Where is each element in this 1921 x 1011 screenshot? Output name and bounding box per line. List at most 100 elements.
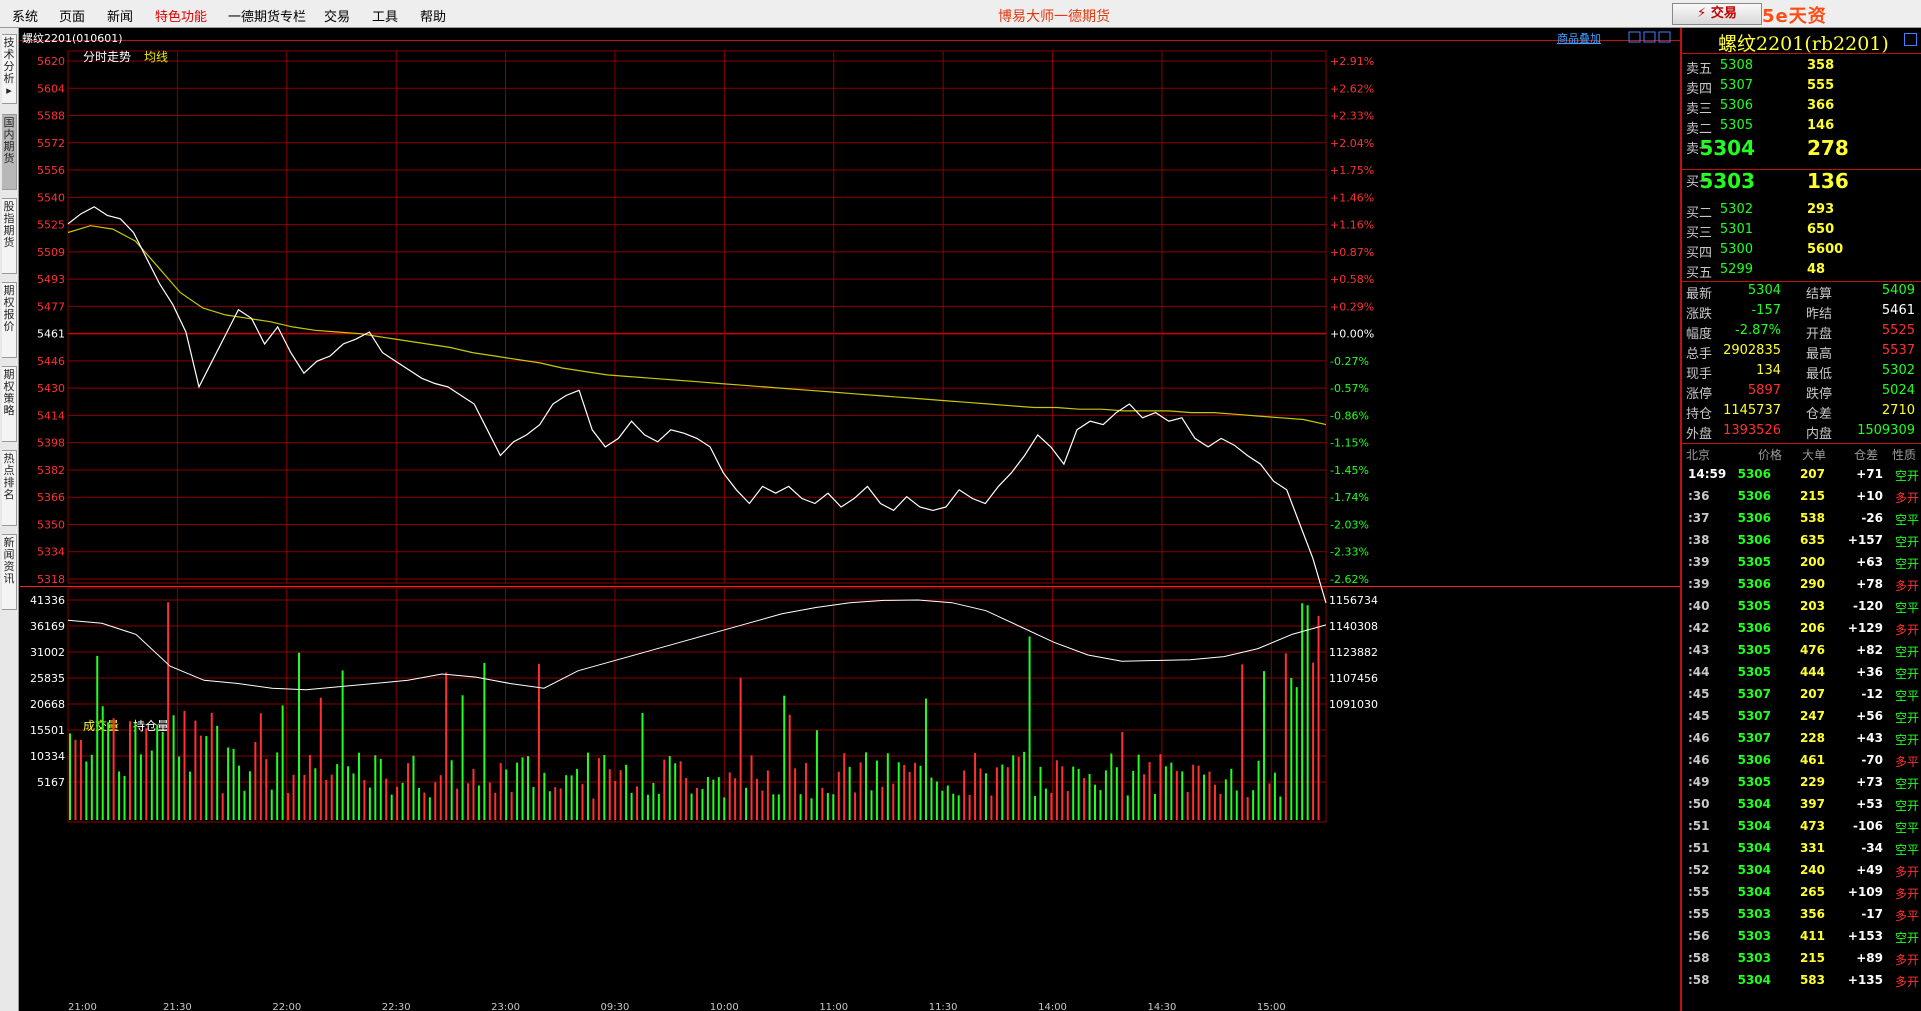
tick-oi-diff: +10 bbox=[1856, 489, 1883, 503]
tick-row[interactable]: :38 5306 635 +157 空开 bbox=[1682, 530, 1921, 552]
tick-nature: 空开 bbox=[1894, 799, 1919, 813]
time-tick-label: 21:30 bbox=[163, 1002, 192, 1011]
menu-tools[interactable]: 工具 bbox=[372, 6, 398, 25]
tick-nature: 空平 bbox=[1894, 513, 1919, 527]
tick-row[interactable]: :43 5305 476 +82 空开 bbox=[1682, 640, 1921, 662]
tick-row[interactable]: :36 5306 215 +10 多开 bbox=[1682, 486, 1921, 508]
percent-tick-label: +0.00% bbox=[1330, 328, 1374, 341]
intraday-chart[interactable]: 螺纹2201(010601) 分时走势 均线 商品叠加 成交量 持仓量 5620… bbox=[20, 28, 1680, 1011]
tick-price: 5304 bbox=[1737, 973, 1771, 987]
tick-volume: 583 bbox=[1799, 973, 1825, 987]
price-tick-label: 5334 bbox=[37, 546, 65, 559]
percent-tick-label: -0.86% bbox=[1330, 409, 1369, 422]
tick-volume: 215 bbox=[1799, 489, 1825, 503]
stat-value: 5537 bbox=[1881, 343, 1915, 358]
menu-system[interactable]: 系统 bbox=[12, 6, 38, 25]
tick-row[interactable]: :56 5303 411 +153 空开 bbox=[1682, 926, 1921, 948]
tick-row[interactable]: :51 5304 473 -106 空平 bbox=[1682, 816, 1921, 838]
tick-row[interactable]: :39 5305 200 +63 空开 bbox=[1682, 552, 1921, 574]
bid-level[interactable]: 买三 5301 650 bbox=[1682, 220, 1921, 241]
price-tick-label: 5620 bbox=[37, 55, 65, 68]
stat-value: 134 bbox=[1756, 363, 1781, 378]
tick-time: :51 bbox=[1688, 841, 1710, 855]
time-tick-label: 11:30 bbox=[929, 1002, 958, 1011]
bid-level[interactable]: 买四 5300 5600 bbox=[1682, 240, 1921, 261]
oi-axis-right: 1156734 1140308 1123882 1107456 1091030 bbox=[1329, 594, 1378, 711]
tick-price: 5304 bbox=[1737, 885, 1771, 899]
tab-options-strategy[interactable]: 期权策略 bbox=[2, 366, 17, 442]
ask-level[interactable]: 卖三 5306 366 bbox=[1682, 96, 1921, 117]
tick-oi-diff: +56 bbox=[1856, 709, 1883, 723]
tick-row[interactable]: :39 5306 290 +78 多开 bbox=[1682, 574, 1921, 596]
tick-volume: 411 bbox=[1799, 929, 1825, 943]
time-tick-label: 22:30 bbox=[382, 1002, 411, 1011]
tick-row[interactable]: :46 5306 461 -70 多平 bbox=[1682, 750, 1921, 772]
tick-row[interactable]: :46 5307 228 +43 空开 bbox=[1682, 728, 1921, 750]
tick-row[interactable]: :58 5304 583 +135 多开 bbox=[1682, 970, 1921, 992]
menu-help[interactable]: 帮助 bbox=[420, 6, 446, 25]
bid-level[interactable]: 买一 5303 136 bbox=[1682, 169, 1921, 193]
tick-volume: 444 bbox=[1799, 665, 1825, 679]
tab-news-info[interactable]: 新闻资讯 bbox=[2, 534, 17, 610]
bid-level[interactable]: 买五 5299 48 bbox=[1682, 260, 1921, 281]
tick-row[interactable]: :37 5306 538 -26 空平 bbox=[1682, 508, 1921, 530]
volume-tick-label: 36169 bbox=[30, 620, 65, 633]
price-axis-left: 5620 5604 5588 5572 5556 5540 5525 5509 5493 5477… bbox=[37, 55, 65, 586]
tick-price: 5306 bbox=[1737, 533, 1771, 547]
tick-row[interactable]: :45 5307 247 +56 空开 bbox=[1682, 706, 1921, 728]
stat-label: 持仓 bbox=[1686, 407, 1713, 422]
ask-level[interactable]: 卖二 5305 146 bbox=[1682, 116, 1921, 137]
tick-row[interactable]: :44 5305 444 +36 空开 bbox=[1682, 662, 1921, 684]
stat-label: 开盘 bbox=[1806, 327, 1833, 342]
ask-level[interactable]: 卖一 5304 278 bbox=[1682, 136, 1921, 160]
legend-open-interest: 持仓量 bbox=[133, 718, 169, 733]
tick-row[interactable]: :42 5306 206 +129 多开 bbox=[1682, 618, 1921, 640]
tick-oi-diff: -106 bbox=[1852, 819, 1883, 833]
tab-options-quote[interactable]: 期权报价 bbox=[2, 282, 17, 358]
tick-time: :55 bbox=[1688, 907, 1710, 921]
tick-row[interactable]: :50 5304 397 +53 空开 bbox=[1682, 794, 1921, 816]
price-tick-label: 5509 bbox=[37, 246, 65, 259]
menu-yide-column[interactable]: 一德期货专栏 bbox=[228, 6, 306, 25]
tick-price: 5303 bbox=[1737, 951, 1771, 965]
tab-index-futures[interactable]: 股指期货 bbox=[2, 198, 17, 274]
ask-level[interactable]: 卖五 5308 358 bbox=[1682, 56, 1921, 77]
tab-technical-analysis[interactable]: 技术分析▸ bbox=[2, 34, 17, 104]
tick-time: :36 bbox=[1688, 489, 1710, 503]
tick-row[interactable]: :52 5304 240 +49 多开 bbox=[1682, 860, 1921, 882]
tick-row[interactable]: :49 5305 229 +73 空开 bbox=[1682, 772, 1921, 794]
tick-oi-diff: +82 bbox=[1856, 643, 1883, 657]
time-tick-label: 22:00 bbox=[272, 1002, 301, 1011]
tick-time: :58 bbox=[1688, 951, 1710, 965]
tick-row[interactable]: :51 5304 331 -34 空平 bbox=[1682, 838, 1921, 860]
tab-domestic-futures[interactable]: 国内期货 bbox=[2, 114, 17, 190]
time-tick-label: 11:00 bbox=[819, 1002, 848, 1011]
tick-row[interactable]: :45 5307 207 -12 空平 bbox=[1682, 684, 1921, 706]
tick-time: :46 bbox=[1688, 753, 1710, 767]
tick-row[interactable]: 14:59 5306 207 +71 空开 bbox=[1682, 464, 1921, 486]
overlay-commodity-link[interactable]: 商品叠加 bbox=[1557, 31, 1601, 45]
level-volume: 555 bbox=[1807, 78, 1835, 93]
menu-page[interactable]: 页面 bbox=[59, 6, 85, 25]
tick-time: :45 bbox=[1688, 709, 1710, 723]
stat-row: 幅度 -2.87% 开盘 5525 bbox=[1682, 322, 1921, 342]
tick-row[interactable]: :55 5303 356 -17 多平 bbox=[1682, 904, 1921, 926]
volume-bars bbox=[69, 602, 1320, 820]
menu-news[interactable]: 新闻 bbox=[107, 6, 133, 25]
tick-nature: 空开 bbox=[1894, 777, 1919, 791]
ask-level[interactable]: 卖四 5307 555 bbox=[1682, 76, 1921, 97]
trade-button[interactable]: ⚡ 交易 bbox=[1672, 3, 1762, 25]
menu-features[interactable]: 特色功能 bbox=[155, 6, 207, 25]
tick-row[interactable]: :58 5303 215 +89 多开 bbox=[1682, 948, 1921, 970]
price-tick-label: 5430 bbox=[37, 382, 65, 395]
menu-trade[interactable]: 交易 bbox=[324, 6, 350, 25]
restore-icon[interactable] bbox=[1904, 33, 1917, 46]
tick-row[interactable]: :55 5304 265 +109 多开 bbox=[1682, 882, 1921, 904]
tick-price: 5305 bbox=[1737, 555, 1771, 569]
level-price: 5307 bbox=[1719, 78, 1753, 93]
volume-tick-label: 25835 bbox=[30, 672, 65, 685]
oi-tick-label: 1123882 bbox=[1329, 646, 1378, 659]
tab-hot-ranking[interactable]: 热点排名 bbox=[2, 450, 17, 526]
tick-row[interactable]: :40 5305 203 -120 空平 bbox=[1682, 596, 1921, 618]
bid-level[interactable]: 买二 5302 293 bbox=[1682, 200, 1921, 221]
